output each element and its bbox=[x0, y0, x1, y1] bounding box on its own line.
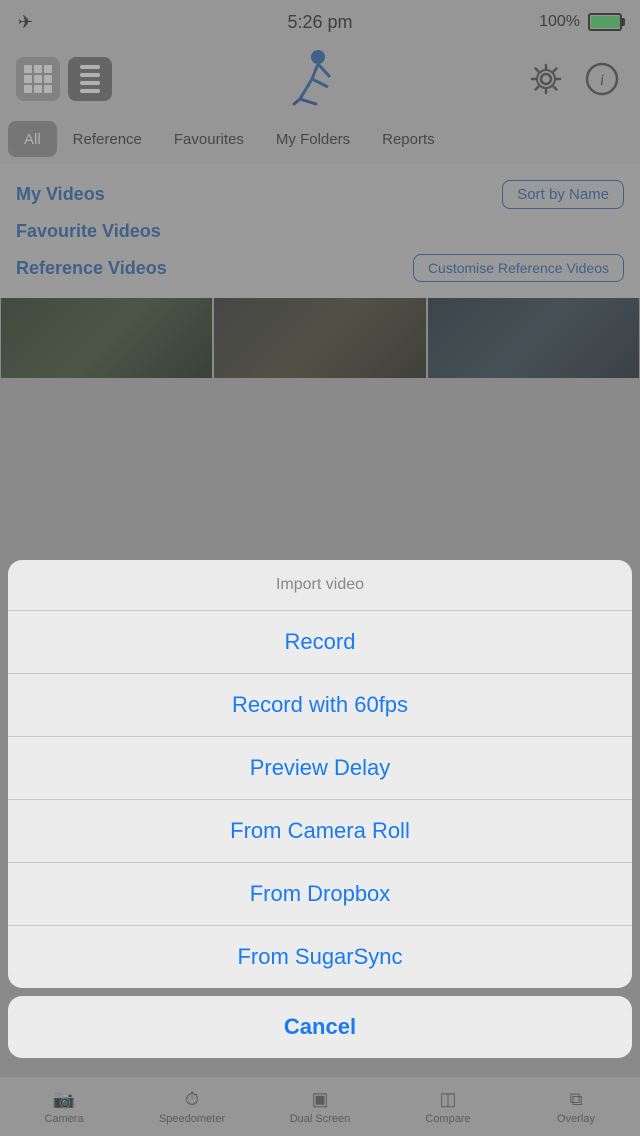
action-sheet-title: Import video bbox=[8, 560, 632, 611]
action-sheet-group: Import video Record Record with 60fps Pr… bbox=[8, 560, 632, 988]
record-button[interactable]: Record bbox=[8, 611, 632, 674]
preview-delay-button[interactable]: Preview Delay bbox=[8, 737, 632, 800]
from-sugarsync-button[interactable]: From SugarSync bbox=[8, 926, 632, 988]
action-sheet-container: Import video Record Record with 60fps Pr… bbox=[0, 560, 640, 1136]
from-dropbox-button[interactable]: From Dropbox bbox=[8, 863, 632, 926]
action-sheet: Import video Record Record with 60fps Pr… bbox=[8, 560, 632, 1058]
modal-overlay: Import video Record Record with 60fps Pr… bbox=[0, 0, 640, 1136]
record-60fps-button[interactable]: Record with 60fps bbox=[8, 674, 632, 737]
from-camera-roll-button[interactable]: From Camera Roll bbox=[8, 800, 632, 863]
cancel-button[interactable]: Cancel bbox=[8, 996, 632, 1058]
